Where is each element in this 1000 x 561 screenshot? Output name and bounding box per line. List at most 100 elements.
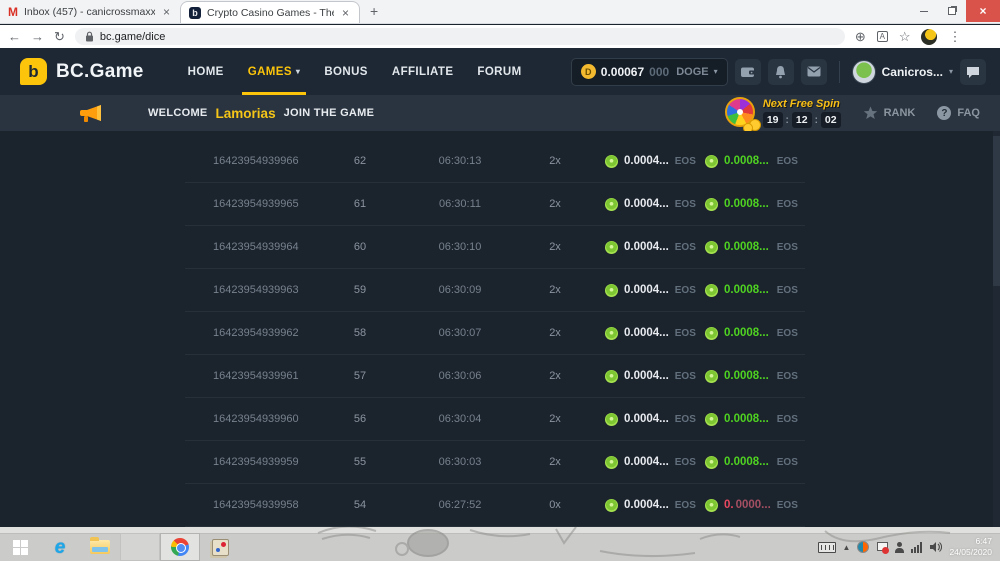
scrollbar-thumb[interactable] — [993, 136, 1000, 286]
new-tab-button[interactable]: + — [370, 3, 378, 19]
divider — [839, 61, 840, 83]
bet-id: 16423954939966 — [185, 155, 325, 167]
eos-coin-icon — [605, 155, 618, 168]
reload-icon[interactable]: ↻ — [54, 30, 65, 43]
volume-icon[interactable] — [929, 541, 942, 553]
balance-selector[interactable]: D 0.00067000 DOGE ▾ — [571, 58, 728, 86]
url-text: bc.game/dice — [100, 31, 165, 43]
minimize-button[interactable] — [910, 0, 938, 22]
notifications-button[interactable] — [768, 59, 794, 85]
table-row[interactable]: 16423954939959 55 06:30:03 2x 0.0004... … — [185, 441, 805, 484]
restore-button[interactable] — [938, 0, 966, 22]
bookmark-star-icon[interactable]: ☆ — [899, 30, 911, 43]
payout-cell: 0.0008... EOS — [685, 413, 805, 426]
action-center-flag-icon[interactable] — [876, 541, 887, 553]
bet-time: 06:30:11 — [395, 198, 525, 210]
welcome-username[interactable]: Lamorias — [216, 106, 276, 121]
tab-bcgame[interactable]: b Crypto Casino Games - The 8 Be × — [180, 1, 360, 23]
people-icon[interactable] — [894, 542, 904, 553]
bet-multiplier: 2x — [525, 284, 585, 296]
translate-icon[interactable]: A — [877, 31, 888, 42]
start-button[interactable] — [0, 533, 40, 561]
tab-gmail[interactable]: M Inbox (457) - canicrossmaxx@gm × — [0, 1, 180, 23]
bcgame-logo-icon: b — [20, 58, 47, 85]
keyboard-icon[interactable] — [818, 542, 836, 553]
nav-bonus[interactable]: BONUS — [312, 48, 380, 95]
network-signal-icon[interactable] — [911, 542, 922, 553]
back-icon[interactable]: ← — [8, 30, 21, 43]
bet-amount: 0.0004... — [624, 456, 669, 468]
bet-amount-cell: 0.0004... EOS — [585, 413, 685, 426]
eos-coin-icon — [705, 241, 718, 254]
payout-amount-faded: 0000... — [736, 499, 771, 511]
address-bar[interactable]: bc.game/dice — [75, 28, 845, 45]
payout-amount: 0.0008... — [724, 155, 769, 167]
main-nav: HOME GAMES ▾ BONUS AFFILIATE FORUM — [176, 48, 534, 95]
internet-explorer-icon: e — [55, 538, 66, 557]
bcgame-logo[interactable]: b BC.Game — [20, 58, 144, 85]
table-row[interactable]: 16423954939958 54 06:27:52 0x 0.0004... … — [185, 484, 805, 527]
tab-close-icon[interactable]: × — [340, 6, 351, 20]
nav-affiliate[interactable]: AFFILIATE — [380, 48, 466, 95]
eos-coin-icon — [705, 456, 718, 469]
payout-currency-label: EOS — [777, 500, 798, 511]
bet-multiplier: 2x — [525, 241, 585, 253]
user-menu[interactable]: Canicros... ▾ — [852, 60, 953, 84]
notes-app-icon — [212, 539, 229, 556]
payout-cell: 0. 0000... EOS — [685, 499, 805, 512]
table-row[interactable]: 16423954939965 61 06:30:11 2x 0.0004... … — [185, 183, 805, 226]
eos-coin-icon — [705, 370, 718, 383]
taskbar-app[interactable] — [200, 533, 240, 561]
nav-forum[interactable]: FORUM — [465, 48, 533, 95]
nav-games[interactable]: GAMES ▾ — [236, 48, 313, 95]
table-row[interactable]: 16423954939964 60 06:30:10 2x 0.0004... … — [185, 226, 805, 269]
table-row[interactable]: 16423954939963 59 06:30:09 2x 0.0004... … — [185, 269, 805, 312]
wallet-button[interactable] — [735, 59, 761, 85]
faq-button[interactable]: ? FAQ — [937, 106, 980, 120]
forward-icon[interactable]: → — [31, 30, 44, 43]
page-content: 16423954939966 62 06:30:13 2x 0.0004... … — [0, 131, 1000, 527]
free-spin-widget[interactable]: Next Free Spin 19 : 12 : 02 — [725, 97, 841, 129]
table-row[interactable]: 16423954939966 62 06:30:13 2x 0.0004... … — [185, 140, 805, 183]
taskbar-ie[interactable]: e — [40, 533, 80, 561]
taskbar-empty-slot[interactable] — [120, 533, 160, 561]
send-to-device-icon[interactable]: ⊕ — [855, 30, 866, 43]
nav-home[interactable]: HOME — [176, 48, 236, 95]
balance-currency: DOGE — [676, 66, 708, 78]
bet-id: 16423954939960 — [185, 413, 325, 425]
eos-coin-icon — [605, 241, 618, 254]
bet-multiplier: 2x — [525, 327, 585, 339]
eos-coin-icon — [705, 413, 718, 426]
browser-menu-icon[interactable]: ⋮ — [948, 30, 961, 43]
taskbar-chrome[interactable] — [160, 533, 200, 561]
browser-profile-avatar[interactable] — [921, 29, 937, 45]
envelope-icon — [807, 66, 821, 77]
messages-button[interactable] — [801, 59, 827, 85]
table-row[interactable]: 16423954939960 56 06:30:04 2x 0.0004... … — [185, 398, 805, 441]
table-row[interactable]: 16423954939961 57 06:30:06 2x 0.0004... … — [185, 355, 805, 398]
taskbar-clock[interactable]: 6:47 24/05/2020 — [949, 536, 992, 558]
bet-multiplier: 2x — [525, 198, 585, 210]
clock-time: 6:47 — [949, 536, 992, 547]
tray-app-icon[interactable] — [857, 541, 869, 553]
chat-toggle-button[interactable] — [960, 59, 986, 85]
rank-button[interactable]: RANK — [863, 106, 916, 120]
bet-id: 16423954939962 — [185, 327, 325, 339]
roll-result: 57 — [325, 370, 395, 382]
close-button[interactable]: × — [966, 0, 1000, 22]
page-scrollbar[interactable] — [993, 131, 1000, 527]
bet-id: 16423954939961 — [185, 370, 325, 382]
roll-result: 58 — [325, 327, 395, 339]
bet-amount: 0.0004... — [624, 327, 669, 339]
table-row[interactable]: 16423954939962 58 06:30:07 2x 0.0004... … — [185, 312, 805, 355]
payout-cell: 0.0008... EOS — [685, 456, 805, 469]
tab-close-icon[interactable]: × — [161, 5, 172, 19]
eos-coin-icon — [605, 327, 618, 340]
bet-time: 06:30:06 — [395, 370, 525, 382]
hidden-icons-caret[interactable]: ▲ — [843, 543, 851, 552]
bet-multiplier: 0x — [525, 499, 585, 511]
payout-cell: 0.0008... EOS — [685, 370, 805, 383]
taskbar-file-explorer[interactable] — [80, 533, 120, 561]
timer-hours: 19 — [763, 112, 783, 128]
wallet-icon — [740, 65, 755, 78]
